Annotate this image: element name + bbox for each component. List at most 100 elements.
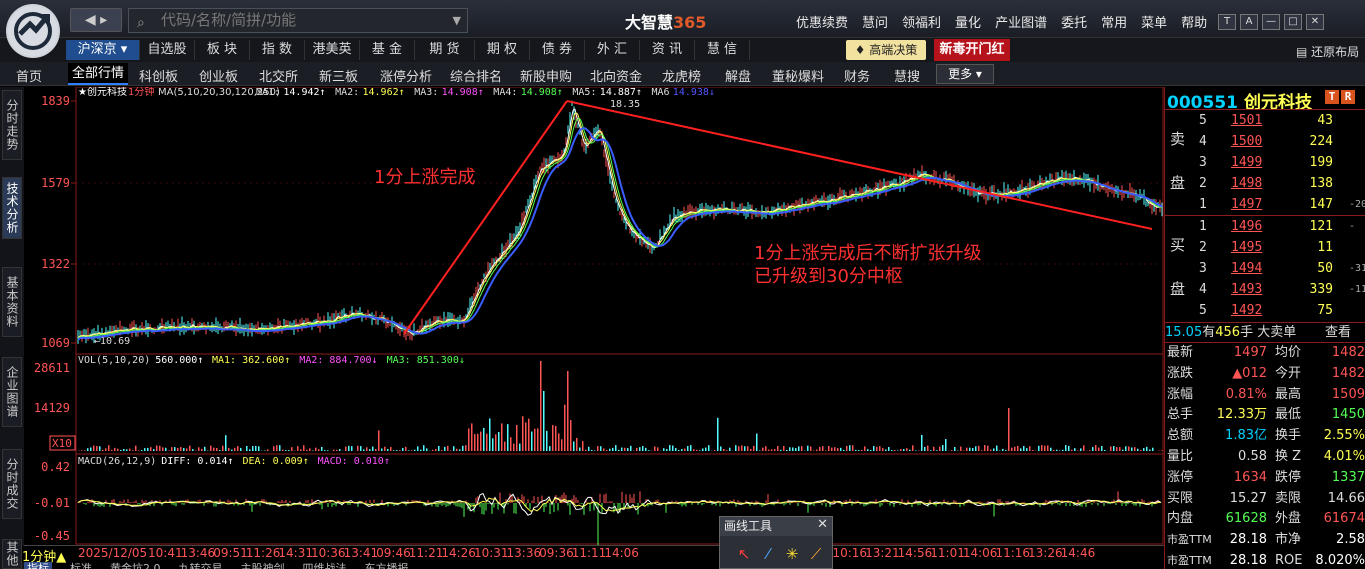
market-tab[interactable]: 龙虎榜 [662,66,701,85]
draw-tool-icon[interactable]: ✳ [780,545,804,563]
restore-layout-button[interactable]: ▤ 还原布局 [1296,43,1359,60]
premium-decision-button[interactable]: ♦ 高端决策 [846,40,926,60]
category-item[interactable]: 板 块 [195,40,250,60]
market-tab[interactable]: 新三板 [319,66,358,85]
order-row[interactable]: 4 1500 224 [1195,131,1365,152]
volume-bar [423,445,425,451]
promo-banner[interactable]: 新毒开门红 [934,39,1010,61]
market-select[interactable]: 沪深京 ▾ [66,40,140,60]
volume-bar [519,443,521,451]
indicator-tab[interactable]: 指标 [24,562,52,569]
vol-value: MA2: 884.700↓ [299,355,377,366]
nav-back-forward-button[interactable]: ◀ ▸ [70,8,122,32]
search-icon: ⌕ [137,15,145,31]
category-item[interactable]: 慧 信 [695,40,750,60]
volume-bar [837,448,839,451]
indicator-tab[interactable]: 四维战法 [303,562,347,569]
market-tab[interactable]: 综合排名 [450,66,502,85]
market-tab[interactable]: 慧搜 [894,66,920,85]
volume-bar [234,447,236,451]
order-row[interactable]: 5 1501 43 [1195,110,1365,131]
view-button[interactable]: 查看 [1325,323,1351,342]
window-button[interactable]: ✕ [1306,14,1324,30]
top-menu-item[interactable]: 优惠续费 [796,16,848,31]
category-item[interactable]: 港美英 [305,40,360,60]
draw-tool-icon[interactable]: ⟋ [804,545,828,563]
volume-bar [1053,449,1055,451]
ma2-line [77,112,1163,338]
side-tab[interactable]: 企业图谱 [2,357,22,427]
more-dropdown[interactable]: 更多 ▾ [936,64,994,84]
volume-bar [777,445,779,451]
draw-tool-title: 画线工具 [720,517,832,536]
big-order-unit: 手 大卖单 [1240,325,1297,340]
top-menu-item[interactable]: 量化 [955,16,981,31]
market-tab[interactable]: 全部行情 [68,63,129,85]
top-menu-item[interactable]: 领福利 [902,16,941,31]
category-item[interactable]: 期 货 [415,40,475,60]
market-tab[interactable]: 北向资金 [590,66,642,85]
window-button[interactable]: A [1240,14,1258,30]
big-order-ticker[interactable]: 15.05有456手 大卖单 查看 [1165,322,1365,343]
side-tab[interactable]: 分时成交 [2,449,22,519]
order-row[interactable]: 2 1495 11 [1195,237,1365,258]
market-tab[interactable]: 创业板 [199,66,238,85]
market-tab[interactable]: 科创板 [139,66,178,85]
volume-bar [237,446,239,451]
indicator-tab[interactable]: 九转交易 [179,562,223,569]
top-menu-item[interactable]: 产业图谱 [995,16,1047,31]
window-button[interactable]: T [1218,14,1236,30]
order-row[interactable]: 1 1497 147 -20 [1195,194,1365,215]
draw-tool-icon[interactable]: ↖ [732,545,756,563]
category-item[interactable]: 期 权 [475,40,530,60]
volume-bar [1122,449,1124,451]
category-item[interactable]: 基 金 [360,40,415,60]
kline-chart[interactable]: 1839157913221069★创元科技 1分钟 MA(5,10,20,30,1… [24,87,1164,545]
order-row[interactable]: 5 1492 75 [1195,300,1365,321]
market-tab[interactable]: 涨停分析 [380,66,432,85]
market-tab[interactable]: 北交所 [259,66,298,85]
app-logo [6,4,60,58]
draw-tool-icon[interactable]: ⁄ [756,545,780,563]
side-tab[interactable]: 分时走势 [2,90,22,160]
category-item[interactable]: 自选股 [140,40,195,60]
category-item[interactable]: 债 券 [530,40,585,60]
order-row[interactable]: 2 1498 138 [1195,173,1365,194]
indicator-tab[interactable]: 标准 [70,562,92,569]
order-row[interactable]: 4 1493 339 -11 [1195,279,1365,300]
order-row[interactable]: 3 1499 199 [1195,152,1365,173]
indicator-tab[interactable]: 东方播报 [365,562,409,569]
search-input[interactable]: ⌕ 代码/名称/简拼/功能 ▼ [128,8,468,33]
market-tab[interactable]: 财务 [844,66,870,85]
category-item[interactable]: 外 汇 [585,40,640,60]
search-dropdown-icon[interactable]: ▼ [453,9,461,32]
indicator-tab[interactable]: 主股神剑 [241,562,285,569]
market-tab[interactable]: 新股申购 [520,66,572,85]
draw-tool-panel[interactable]: 画线工具 ✕ ↖ ⁄ ✳ ⟋ [719,516,833,569]
top-menu-item[interactable]: 常用 [1101,16,1127,31]
side-tab[interactable]: 基本资料 [2,267,22,337]
top-menu-item[interactable]: 菜单 [1141,16,1167,31]
market-tab[interactable]: 解盘 [725,66,751,85]
macd-value: MACD: 0.010↑ [318,456,390,467]
market-tab[interactable]: 董秘爆料 [772,66,824,85]
window-button[interactable]: □ [1284,14,1302,30]
top-menu-item[interactable]: 慧问 [862,16,888,31]
volume-bar [768,449,770,451]
order-row[interactable]: 1 1496 121 - [1195,216,1365,237]
market-tab[interactable]: 首页 [16,66,42,85]
window-button[interactable]: — [1262,14,1280,30]
close-icon[interactable]: ✕ [817,517,828,532]
volume-bar [369,449,371,451]
indicator-tab[interactable]: 黄金坑2.0 [110,562,161,569]
side-tab[interactable]: 技术分析 [2,177,22,239]
top-menu-item[interactable]: 委托 [1061,16,1087,31]
macd-value: DEA: 0.009↑ [243,456,309,467]
time-tick: 13:26 [1028,546,1063,560]
side-tab[interactable]: 其他 [2,539,22,569]
category-item[interactable]: 指 数 [250,40,305,60]
volume-bar [156,445,158,451]
top-menu-item[interactable]: 帮助 [1181,16,1207,31]
category-item[interactable]: 资 讯 [640,40,695,60]
order-row[interactable]: 3 1494 50 -31 [1195,258,1365,279]
